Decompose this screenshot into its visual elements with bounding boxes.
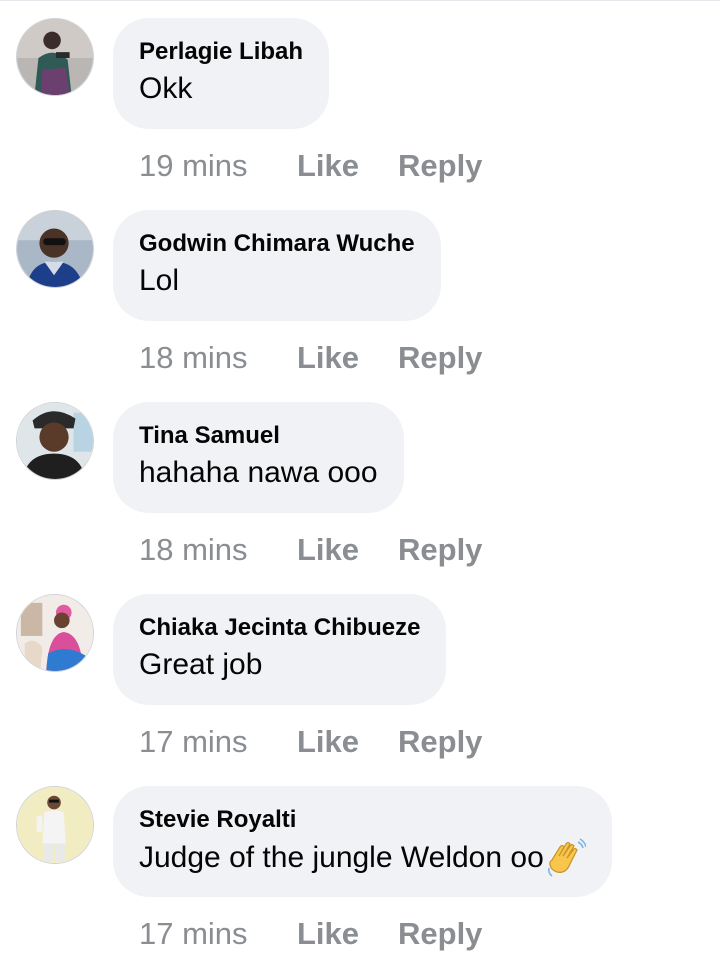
comment-timestamp[interactable]: 18 mins	[139, 340, 297, 376]
comment-item: Stevie Royalti Judge of the jungle Weldo…	[0, 786, 720, 978]
comment-text-content: Judge of the jungle Weldon oo	[139, 841, 544, 874]
comment-bubble: Chiaka Jecinta Chibueze Great job	[113, 594, 447, 705]
avatar[interactable]	[16, 18, 94, 96]
comment-author[interactable]: Chiaka Jecinta Chibueze	[139, 613, 420, 643]
avatar-photo-icon	[17, 595, 93, 671]
comment-text: Judge of the jungle Weldon oo	[139, 838, 587, 878]
comment-timestamp[interactable]: 17 mins	[139, 724, 297, 760]
comment-item: Chiaka Jecinta Chibueze Great job 17 min…	[0, 594, 720, 786]
comment-item: Perlagie Libah Okk 19 mins Like Reply	[0, 18, 720, 210]
comment-actions: 17 mins Like Reply	[139, 722, 482, 762]
comment-author[interactable]: Stevie Royalti	[139, 805, 586, 835]
comment-item: Godwin Chimara Wuche Lol 18 mins Like Re…	[0, 210, 720, 402]
waving-hand-icon	[546, 838, 587, 878]
comment-timestamp[interactable]: 18 mins	[139, 532, 297, 568]
avatar-photo-icon	[17, 211, 93, 287]
reply-button[interactable]: Reply	[398, 532, 482, 568]
comment-bubble: Stevie Royalti Judge of the jungle Weldo…	[113, 786, 612, 897]
avatar[interactable]	[16, 594, 94, 672]
comment-text-content: hahaha nawa ooo	[139, 456, 378, 489]
comment-item: Tina Samuel hahaha nawa ooo 18 mins Like…	[0, 402, 720, 594]
comment-timestamp[interactable]: 19 mins	[139, 148, 297, 184]
comment-timestamp[interactable]: 17 mins	[139, 916, 297, 952]
avatar-photo-icon	[17, 19, 93, 95]
reply-button[interactable]: Reply	[398, 340, 482, 376]
comment-text: Lol	[139, 262, 415, 300]
comment-actions: 18 mins Like Reply	[139, 530, 482, 570]
avatar[interactable]	[16, 786, 94, 864]
avatar-photo-icon	[17, 403, 93, 479]
comment-actions: 19 mins Like Reply	[139, 146, 482, 186]
comment-text: Okk	[139, 70, 303, 108]
avatar-photo-icon	[17, 787, 93, 863]
comment-text: Great job	[139, 646, 420, 684]
comment-author[interactable]: Perlagie Libah	[139, 37, 303, 67]
comment-author[interactable]: Tina Samuel	[139, 421, 378, 451]
reply-button[interactable]: Reply	[398, 148, 482, 184]
comment-text-content: Lol	[139, 264, 180, 297]
comment-actions: 18 mins Like Reply	[139, 338, 482, 378]
comment-actions: 17 mins Like Reply	[139, 914, 482, 954]
avatar[interactable]	[16, 210, 94, 288]
comment-text-content: Great job	[139, 648, 263, 681]
like-button[interactable]: Like	[297, 148, 398, 184]
comment-text: hahaha nawa ooo	[139, 454, 378, 492]
reply-button[interactable]: Reply	[398, 916, 482, 952]
like-button[interactable]: Like	[297, 340, 398, 376]
like-button[interactable]: Like	[297, 916, 398, 952]
reply-button[interactable]: Reply	[398, 724, 482, 760]
like-button[interactable]: Like	[297, 724, 398, 760]
comment-bubble: Tina Samuel hahaha nawa ooo	[113, 402, 404, 513]
avatar[interactable]	[16, 402, 94, 480]
comment-bubble: Perlagie Libah Okk	[113, 18, 330, 129]
like-button[interactable]: Like	[297, 532, 398, 568]
comment-author[interactable]: Godwin Chimara Wuche	[139, 229, 415, 259]
comment-bubble: Godwin Chimara Wuche Lol	[113, 210, 441, 321]
top-divider	[0, 0, 720, 1]
comment-text-content: Okk	[139, 72, 193, 105]
